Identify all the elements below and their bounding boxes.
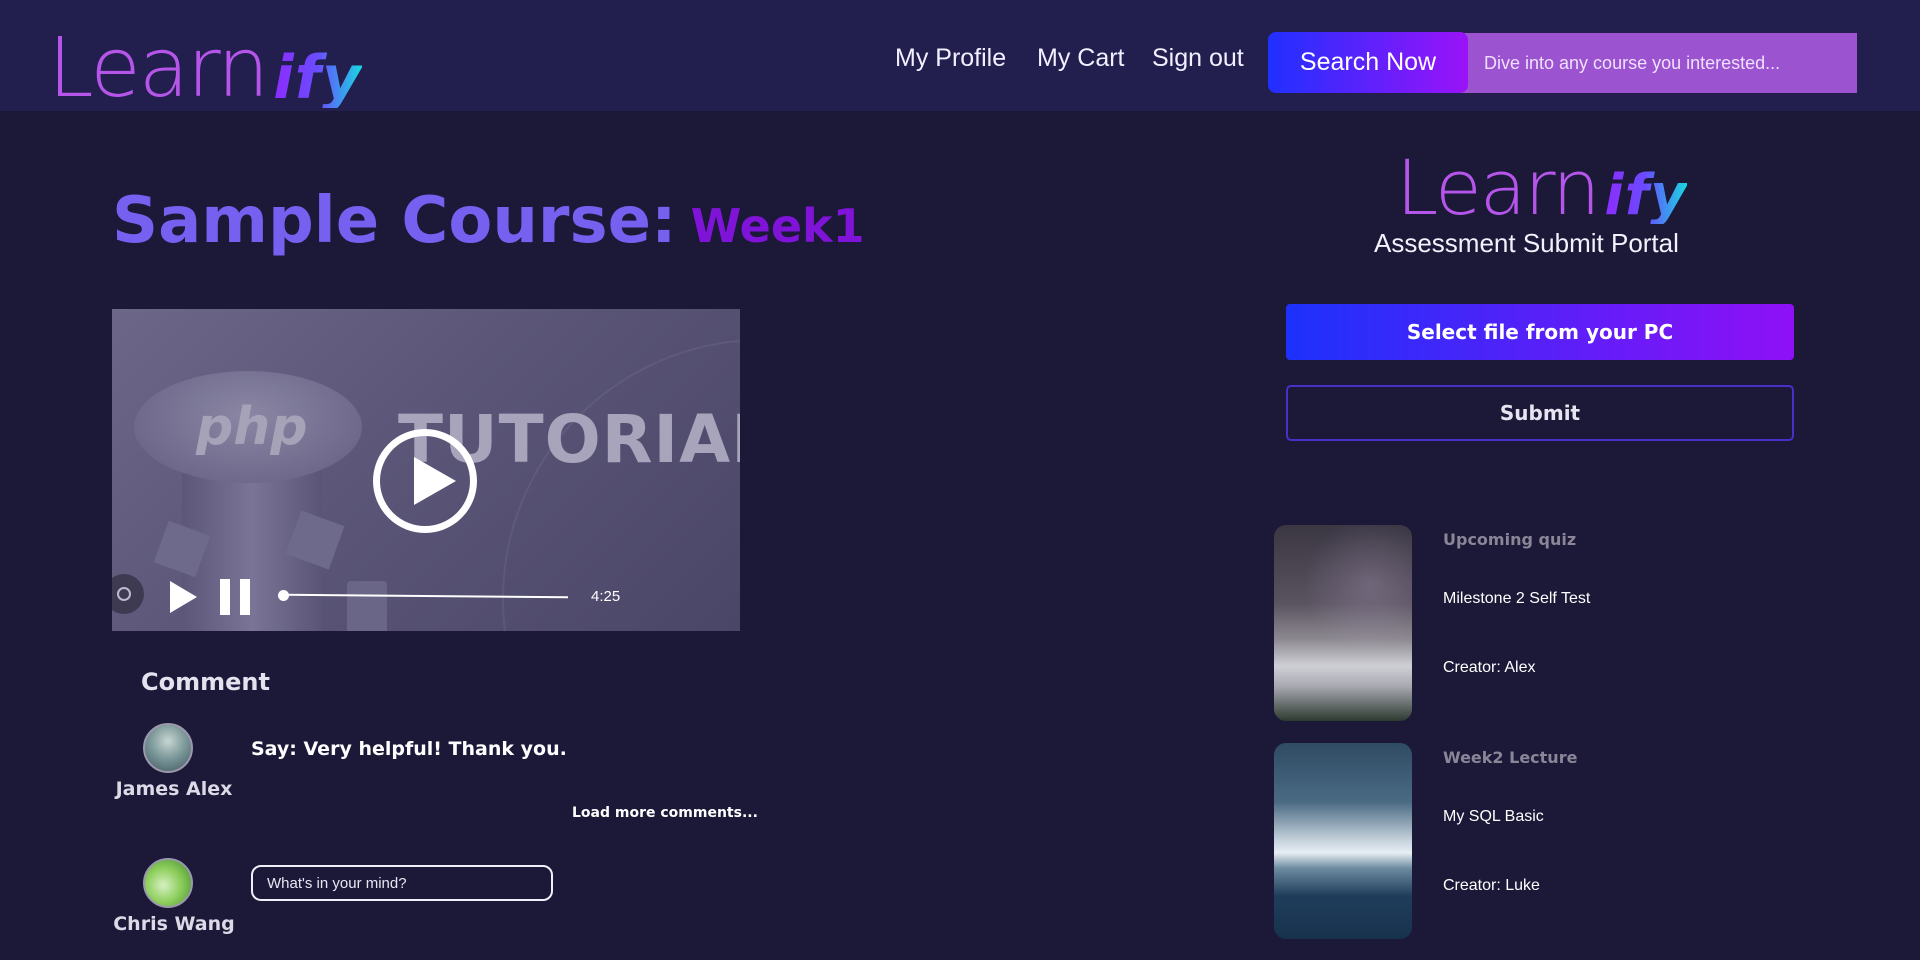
search-now-button[interactable]: Search Now — [1268, 32, 1468, 93]
thumbnail-php-text: php — [196, 397, 308, 457]
progress-knob[interactable] — [278, 590, 289, 601]
card-title[interactable]: Milestone 2 Self Test — [1443, 590, 1590, 608]
current-user-name: Chris Wang — [113, 913, 235, 935]
comment-input[interactable] — [251, 865, 553, 901]
course-week: Week1 — [690, 199, 865, 253]
load-more-comments-link[interactable]: Load more comments... — [572, 805, 758, 821]
capture-icon[interactable] — [112, 574, 144, 614]
comment-heading: Comment — [141, 668, 270, 696]
logo-ify-text: ify — [1604, 163, 1688, 228]
comment-text: Say: Very helpful! Thank you. — [251, 738, 567, 760]
search-input[interactable] — [1458, 33, 1857, 93]
card-label: Week2 Lecture — [1443, 748, 1578, 767]
video-duration: 4:25 — [591, 588, 621, 605]
card-label: Upcoming quiz — [1443, 530, 1577, 549]
thumbnail-cylinder — [347, 581, 387, 631]
panel-subtitle: Assessment Submit Portal — [1374, 228, 1679, 258]
logo-learn-text: Learn — [48, 21, 269, 116]
logo-ify-text: ify — [273, 43, 362, 113]
card-thumbnail[interactable] — [1274, 743, 1412, 939]
card-creator: Creator: Alex — [1443, 659, 1536, 676]
submit-button[interactable]: Submit — [1286, 385, 1794, 441]
thumbnail-arc — [502, 339, 740, 631]
avatar — [143, 723, 193, 773]
page-title: Sample Course: Week1 — [112, 184, 865, 258]
play-icon[interactable] — [168, 581, 198, 613]
card-title[interactable]: My SQL Basic — [1443, 808, 1544, 826]
comment-author: James Alex — [115, 778, 233, 800]
panel-logo: Learn ify — [1396, 150, 1687, 226]
select-file-button[interactable]: Select file from your PC — [1286, 304, 1794, 360]
course-name: Sample Course: — [112, 184, 677, 258]
pause-icon[interactable] — [220, 579, 252, 615]
top-header: Learn ify My Profile My Cart Sign out Se… — [0, 0, 1920, 111]
card-thumbnail[interactable] — [1274, 525, 1412, 721]
nav-my-cart[interactable]: My Cart — [1037, 44, 1125, 73]
nav-my-profile[interactable]: My Profile — [895, 44, 1006, 73]
nav-sign-out[interactable]: Sign out — [1152, 44, 1244, 73]
video-player[interactable]: php TUTORIAL 4:25 — [112, 309, 740, 631]
search-bar: Search Now — [1268, 32, 1857, 93]
play-circle-icon[interactable] — [373, 429, 477, 533]
logo-learn-text: Learn — [1396, 143, 1600, 232]
avatar — [143, 858, 193, 908]
card-creator: Creator: Luke — [1443, 877, 1540, 894]
site-logo[interactable]: Learn ify — [48, 28, 362, 110]
